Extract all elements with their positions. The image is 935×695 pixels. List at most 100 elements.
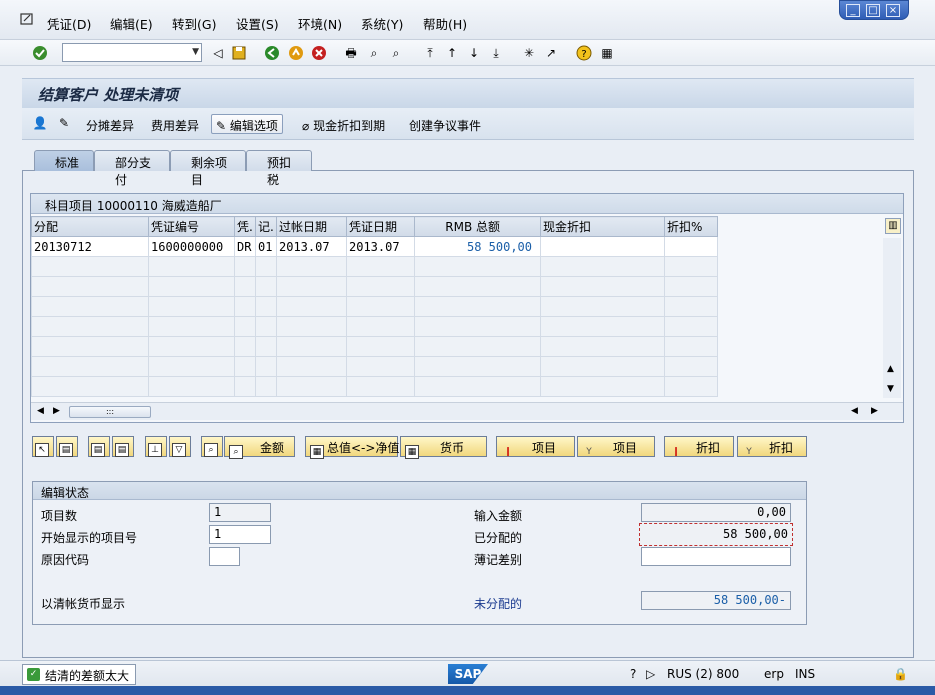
tab-partial-payment[interactable]: 部分支付 <box>94 150 170 187</box>
reason-code-field[interactable] <box>209 547 240 566</box>
exit-icon[interactable] <box>288 45 304 61</box>
table-row[interactable] <box>31 276 718 297</box>
cancel-icon[interactable] <box>311 45 327 61</box>
edit-document-icon[interactable]: ✎ <box>56 115 72 131</box>
status-message[interactable]: ✓ 结清的差额太大 <box>22 664 137 685</box>
table-row[interactable] <box>31 296 718 317</box>
menu-environment[interactable]: 环境(N) <box>298 14 342 33</box>
previous-page-icon[interactable]: ↑ <box>444 45 460 61</box>
filter-button[interactable]: ▽ <box>169 436 191 457</box>
table-row[interactable] <box>31 316 718 337</box>
gross-net-button[interactable]: ▦ 总值<->净值 <box>305 436 399 459</box>
currency-label: 货币 <box>440 441 465 455</box>
menu-edit[interactable]: 编辑(E) <box>110 14 153 33</box>
menu-document[interactable]: 凭证(D) <box>47 14 91 33</box>
scroll-right-icon[interactable]: ▶ <box>53 406 60 416</box>
close-icon[interactable]: × <box>886 4 900 17</box>
dropdown-arrow-icon[interactable]: ▼ <box>192 47 199 57</box>
lock-icon[interactable]: 🔒 <box>893 667 908 681</box>
enter-check-icon[interactable] <box>32 45 48 61</box>
unassigned-field: 58 500,00- <box>641 591 791 610</box>
create-dispute-button[interactable]: 创建争议事件 <box>409 117 481 134</box>
col-posting-key[interactable]: 记. <box>255 216 277 237</box>
activate-items-button[interactable]: ❙ 项目 <box>496 436 575 457</box>
save-icon[interactable] <box>231 45 247 61</box>
help-icon[interactable]: ? <box>576 45 592 61</box>
menu-toggle-icon[interactable] <box>20 12 34 26</box>
command-field[interactable]: ▼ <box>62 43 202 62</box>
table-row[interactable] <box>31 356 718 377</box>
select-all-button[interactable]: ↖ <box>32 436 54 457</box>
table-row[interactable] <box>31 256 718 277</box>
minimize-icon[interactable]: _ <box>846 4 860 17</box>
col-assignment[interactable]: 分配 <box>31 216 149 237</box>
table-row[interactable] <box>31 376 718 397</box>
scroll-left-icon[interactable]: ◀ <box>37 406 44 416</box>
col-rmb-amount[interactable]: RMB 总额 <box>414 216 541 237</box>
col-doc-type[interactable]: 凭. <box>234 216 256 237</box>
col-posting-date[interactable]: 过帐日期 <box>276 216 347 237</box>
horizontal-scrollbar[interactable]: ◀ ▶ ::: ◀ ▶ <box>31 402 903 420</box>
currency-button[interactable]: ▦ 货币 <box>400 436 487 459</box>
layout-menu-icon[interactable]: ▦ <box>599 45 615 61</box>
cash-discount-due-button[interactable]: ⌀ 现金折扣到期 <box>302 117 385 134</box>
find-icon[interactable]: ⌕ <box>366 45 382 61</box>
menu-settings[interactable]: 设置(S) <box>236 14 279 33</box>
no-entry-icon: ⌀ <box>302 119 310 133</box>
tab-residual-items[interactable]: 剩余项目 <box>170 150 246 187</box>
maximize-icon[interactable]: □ <box>866 4 880 17</box>
svg-text:?: ? <box>581 49 586 60</box>
tab-standard[interactable]: 标准 <box>34 150 94 171</box>
expense-difference-button[interactable]: 费用差异 <box>151 117 199 134</box>
select-block-button[interactable]: ▤ <box>56 436 78 457</box>
print-icon[interactable]: 🖶 <box>343 45 359 61</box>
cell-cash-discount[interactable] <box>540 236 665 257</box>
system-help-icon[interactable]: ? <box>630 667 636 681</box>
col-document-date[interactable]: 凭证日期 <box>346 216 415 237</box>
scroll-up-icon[interactable]: ▲ <box>887 364 894 374</box>
distribute-difference-button[interactable]: 分摊差异 <box>86 117 134 134</box>
edit-status-group: 编辑状态 项目数 1 开始显示的项目号 1 原因代码 以清帐货币显示 输入金额 … <box>32 481 807 625</box>
col-discount-percent[interactable]: 折扣% <box>664 216 718 237</box>
table-settings-icon[interactable]: ▥ <box>885 218 901 234</box>
tab-withholding-tax[interactable]: 预扣税 <box>246 150 312 187</box>
deactivate-discount-button[interactable]: Y 折扣 <box>737 436 807 457</box>
scroll-far-left-icon[interactable]: ◀ <box>851 406 858 416</box>
edit-options-button[interactable]: ✎ 编辑选项 <box>211 114 283 134</box>
horizontal-scroll-thumb[interactable]: ::: <box>69 406 151 418</box>
scroll-down-icon[interactable]: ▼ <box>887 384 894 394</box>
title-bar: 结算客户 处理未清项 <box>22 78 914 108</box>
first-page-icon[interactable]: ⤒ <box>422 45 438 61</box>
detail-button[interactable]: ▤ <box>88 436 110 457</box>
back-icon[interactable] <box>264 45 280 61</box>
shortcut-icon[interactable]: ↗ <box>543 45 559 61</box>
menu-goto[interactable]: 转到(G) <box>172 14 216 33</box>
menu-help[interactable]: 帮助(H) <box>423 14 467 33</box>
choose-button[interactable]: ▤ <box>112 436 134 457</box>
system-info-arrow-icon[interactable]: ▷ <box>646 667 655 681</box>
open-items-table: 科目项目 10000110 海威造船厂 分配 凭证编号 凭. 记. 过帐日期 凭… <box>30 193 904 423</box>
scroll-far-right-icon[interactable]: ▶ <box>871 406 878 416</box>
table-header-row: 分配 凭证编号 凭. 记. 过帐日期 凭证日期 RMB 总额 现金折扣 折扣% <box>31 216 718 237</box>
sort-button[interactable]: ⊥ <box>145 436 167 457</box>
find-next-icon[interactable]: ⌕ <box>388 45 404 61</box>
cell-discount-percent[interactable] <box>664 236 718 257</box>
next-page-icon[interactable]: ↓ <box>466 45 482 61</box>
posting-difference-field[interactable] <box>641 547 791 566</box>
col-document-number[interactable]: 凭证编号 <box>148 216 235 237</box>
vertical-scrollbar[interactable]: ▲ ▼ <box>883 238 901 398</box>
search-button[interactable]: ⌕ <box>201 436 223 457</box>
search-amount-button[interactable]: ⌕ 金额 <box>224 436 295 459</box>
cell-assignment: 20130712 <box>31 236 149 257</box>
person-icon[interactable]: 👤 <box>32 115 48 131</box>
first-item-field[interactable]: 1 <box>209 525 271 544</box>
history-back-icon[interactable]: ◁ <box>210 45 226 61</box>
deactivate-items-button[interactable]: Y 项目 <box>577 436 655 457</box>
create-session-icon[interactable]: ✳ <box>521 45 537 61</box>
last-page-icon[interactable]: ⤓ <box>488 45 504 61</box>
table-row[interactable] <box>31 336 718 357</box>
table-row[interactable]: 20130712 1600000000 DR 01 2013.07 2013.0… <box>31 236 718 257</box>
menu-system[interactable]: 系统(Y) <box>361 14 403 33</box>
activate-discount-button[interactable]: ❙ 折扣 <box>664 436 734 457</box>
col-cash-discount[interactable]: 现金折扣 <box>540 216 665 237</box>
